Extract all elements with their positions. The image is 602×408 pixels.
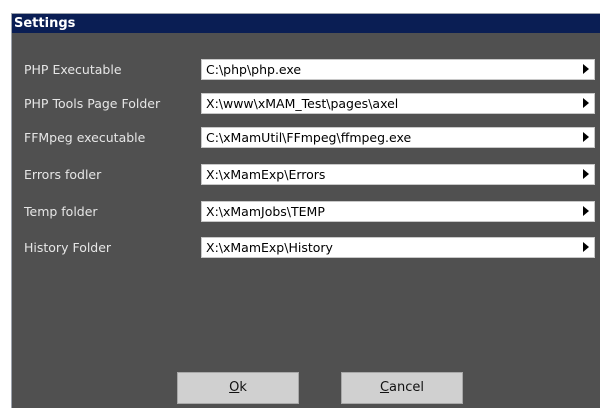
php-tools-page-folder-label: PHP Tools Page Folder [24,96,161,111]
php-executable-field[interactable] [201,59,595,80]
dialog-title: Settings [12,14,600,33]
php-executable-input[interactable] [202,60,572,79]
ffmpeg-executable-field[interactable] [201,127,595,148]
php-executable-label: PHP Executable [24,62,122,77]
cancel-button-mnemonic: C [379,380,390,395]
temp-folder-label: Temp folder [24,204,98,219]
history-folder-field[interactable] [201,237,595,258]
temp-folder-field[interactable] [201,201,595,222]
temp-folder-row: Temp folder [12,201,601,222]
triangle-right-icon [583,64,589,74]
php-tools-page-folder-input[interactable] [202,94,572,113]
php-tools-page-folder-field[interactable] [201,93,595,114]
ffmpeg-executable-browse-button[interactable] [576,128,594,147]
ffmpeg-executable-row: FFMpeg executable [12,127,601,148]
triangle-right-icon [583,132,589,142]
ffmpeg-executable-label: FFMpeg executable [24,130,146,145]
history-folder-browse-button[interactable] [576,238,594,257]
ok-button-label: k [239,380,247,395]
php-executable-row: PHP Executable [12,59,601,80]
errors-folder-label: Errors fodler [24,167,102,182]
php-executable-browse-button[interactable] [576,60,594,79]
ok-button-mnemonic: O [229,380,240,395]
errors-folder-row: Errors fodler [12,164,601,185]
errors-folder-input[interactable] [202,165,572,184]
triangle-right-icon [583,169,589,179]
temp-folder-input[interactable] [202,202,572,221]
triangle-right-icon [583,206,589,216]
php-tools-page-folder-browse-button[interactable] [576,94,594,113]
temp-folder-browse-button[interactable] [576,202,594,221]
triangle-right-icon [583,98,589,108]
history-folder-row: History Folder [12,237,601,258]
ok-button[interactable]: Ok [177,372,299,404]
errors-folder-field[interactable] [201,164,595,185]
ffmpeg-executable-input[interactable] [202,128,572,147]
triangle-right-icon [583,242,589,252]
php-tools-page-folder-row: PHP Tools Page Folder [12,93,601,114]
cancel-button[interactable]: Cancel [341,372,463,404]
errors-folder-browse-button[interactable] [576,165,594,184]
cancel-button-label: ancel [389,380,425,395]
history-folder-input[interactable] [202,238,572,257]
settings-dialog: Settings PHP Executable PHP Tools Page F… [11,13,600,408]
history-folder-label: History Folder [24,240,112,255]
